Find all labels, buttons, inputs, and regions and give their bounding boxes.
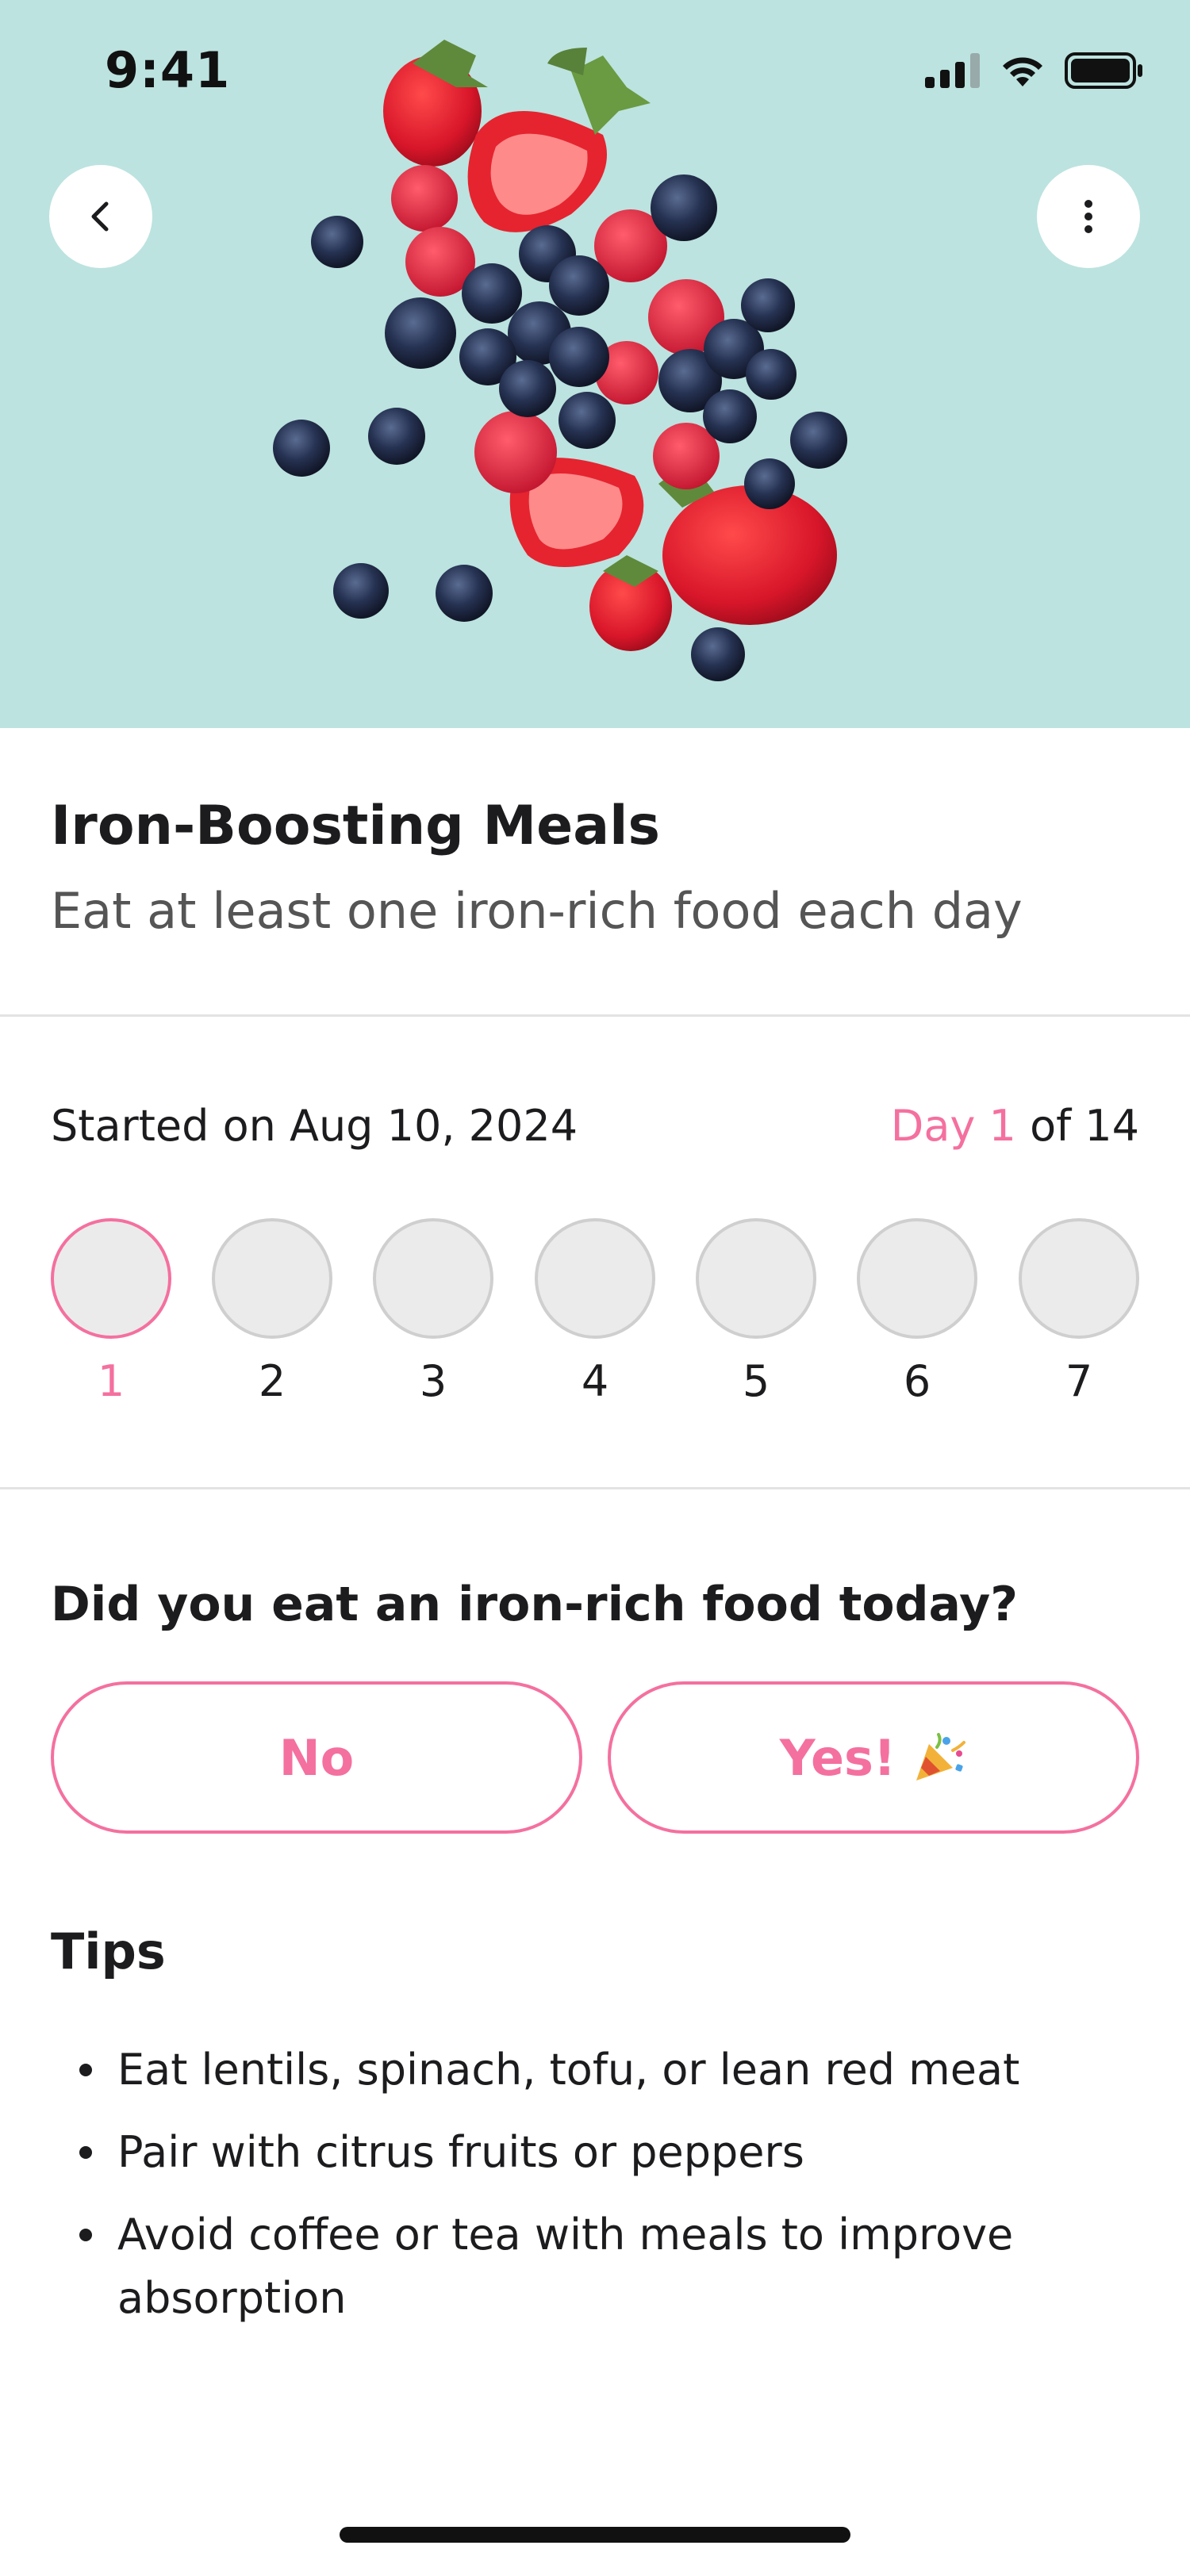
days-tracker: 1 2 3 4 5 6 7 — [51, 1218, 1139, 1409]
day-number: 5 — [742, 1356, 770, 1406]
more-options-button[interactable] — [1037, 165, 1140, 268]
day-number: 3 — [419, 1356, 447, 1406]
back-button[interactable] — [49, 165, 152, 268]
day-circle — [857, 1218, 977, 1339]
chevron-left-icon — [91, 201, 109, 232]
more-vertical-icon — [1084, 200, 1092, 233]
day-1[interactable]: 1 — [51, 1218, 171, 1406]
home-indicator[interactable] — [340, 2527, 850, 2543]
party-popper-icon — [916, 1733, 966, 1781]
no-button[interactable]: No — [51, 1681, 582, 1834]
no-button-label: No — [278, 1728, 355, 1787]
tip-item: Eat lentils, spinach, tofu, or lean red … — [51, 2038, 1114, 2102]
tips-heading: Tips — [51, 1922, 166, 1980]
cellular-signal-icon — [925, 53, 980, 88]
day-7[interactable]: 7 — [1019, 1218, 1139, 1406]
tip-item: Avoid coffee or tea with meals to improv… — [51, 2203, 1114, 2330]
day-4[interactable]: 4 — [535, 1218, 655, 1406]
start-date: Started on Aug 10, 2024 — [51, 1101, 578, 1151]
day-number: 6 — [903, 1356, 931, 1406]
tip-item: Pair with citrus fruits or peppers — [51, 2121, 1114, 2184]
status-bar: 9:41 — [0, 0, 1190, 143]
day-3[interactable]: 3 — [373, 1218, 493, 1406]
daily-question: Did you eat an iron-rich food today? — [51, 1577, 1019, 1632]
day-number: 1 — [97, 1356, 125, 1406]
day-2[interactable]: 2 — [212, 1218, 332, 1406]
day-circle — [212, 1218, 332, 1339]
yes-button[interactable]: Yes! — [608, 1681, 1139, 1834]
current-day-label: Day 1 — [890, 1101, 1016, 1151]
page-subtitle: Eat at least one iron-rich food each day — [51, 882, 1023, 940]
status-time: 9:41 — [105, 41, 231, 99]
day-number: 2 — [258, 1356, 286, 1406]
day-circle — [51, 1218, 171, 1339]
day-number: 4 — [581, 1356, 609, 1406]
status-icons — [925, 52, 1144, 89]
day-6[interactable]: 6 — [857, 1218, 977, 1406]
day-counter: Day 1 of 14 — [891, 1101, 1139, 1151]
day-circle — [373, 1218, 493, 1339]
total-days-label: of 14 — [1015, 1101, 1139, 1151]
hero-image: 9:41 — [0, 0, 1190, 728]
day-number: 7 — [1065, 1356, 1093, 1406]
battery-icon — [1065, 52, 1142, 89]
progress-section: Started on Aug 10, 2024 Day 1 of 14 1 2 … — [0, 1017, 1190, 1489]
challenge-header: Iron-Boosting Meals Eat at least one iro… — [0, 728, 1190, 1017]
day-circle — [696, 1218, 816, 1339]
page-title: Iron-Boosting Meals — [51, 795, 660, 857]
day-circle — [1019, 1218, 1139, 1339]
day-5[interactable]: 5 — [696, 1218, 816, 1406]
tips-list: Eat lentils, spinach, tofu, or lean red … — [51, 2038, 1114, 2349]
day-circle — [535, 1218, 655, 1339]
yes-button-label: Yes! — [779, 1728, 896, 1787]
wifi-icon — [1003, 57, 1042, 86]
